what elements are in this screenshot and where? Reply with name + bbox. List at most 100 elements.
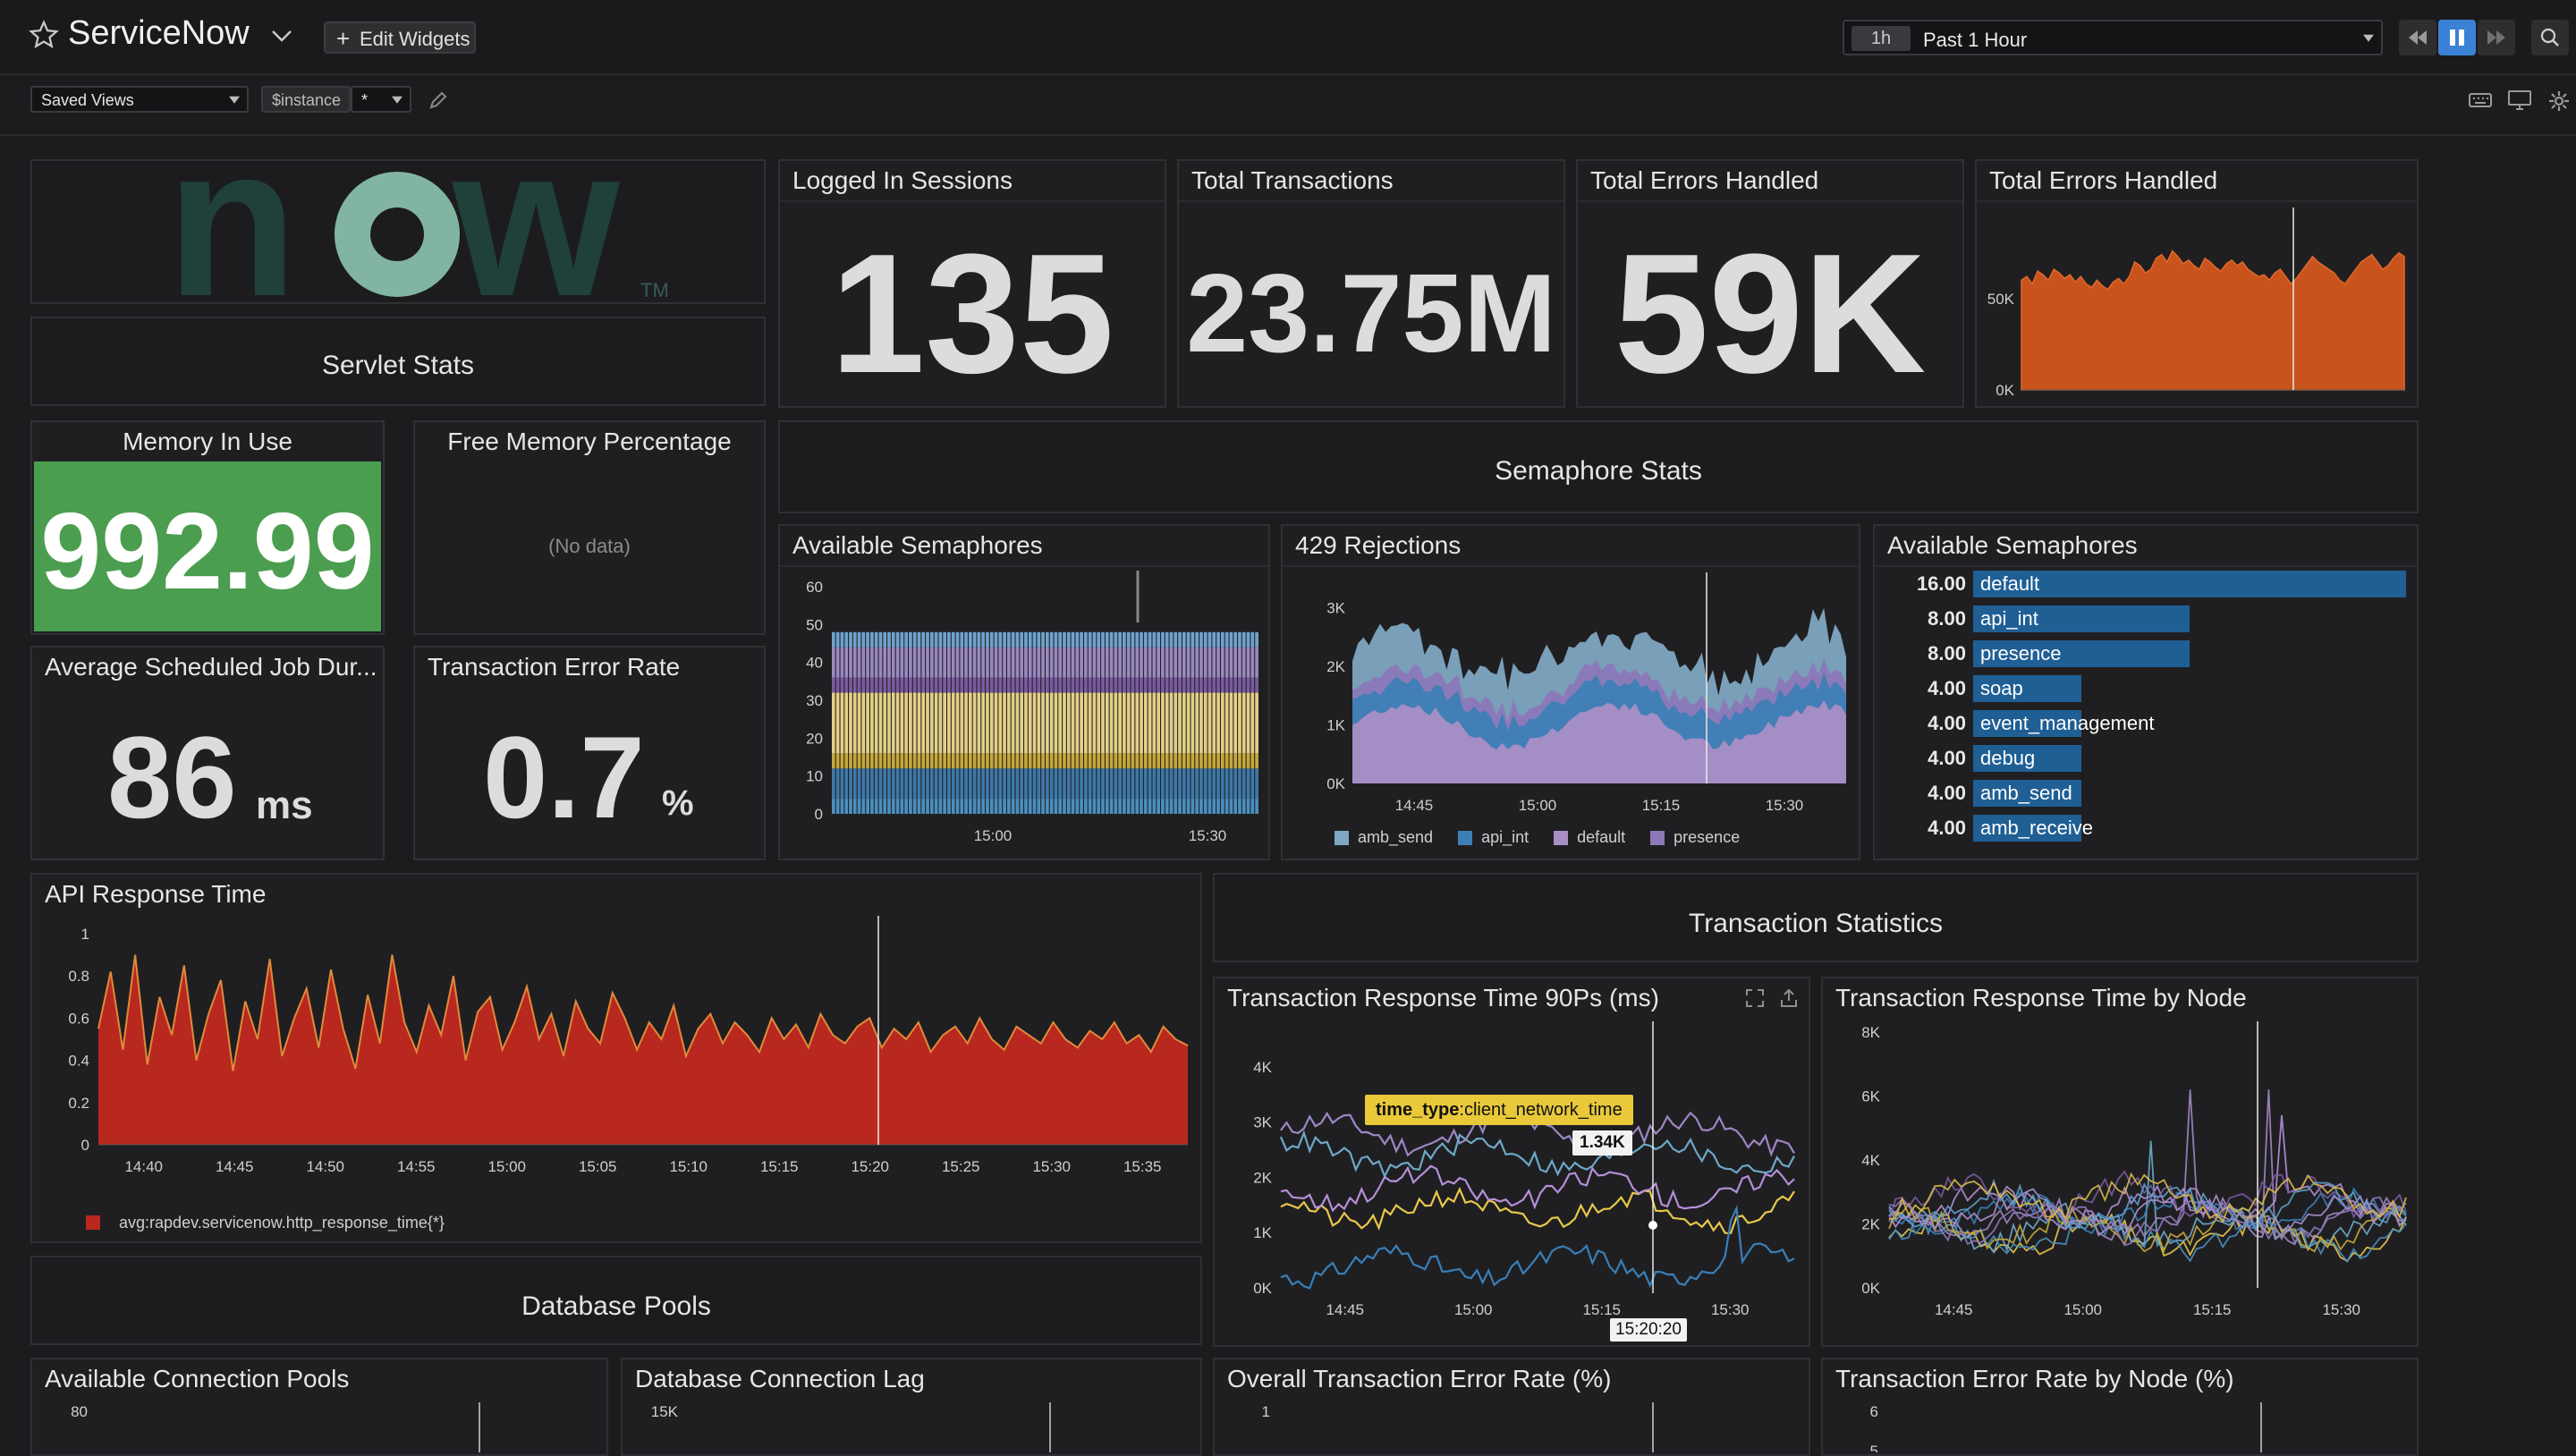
db-connection-lag-widget[interactable]: Database Connection Lag 15K [621, 1358, 1202, 1456]
overall-error-chart[interactable]: 1 [1215, 1399, 1809, 1452]
dashboard-title[interactable]: ServiceNow [68, 14, 250, 53]
memory-in-use-widget[interactable]: Memory In Use 992.99 [30, 420, 385, 635]
free-memory-widget[interactable]: Free Memory Percentage (No data) [413, 420, 766, 635]
y-tick-label: 3K [1253, 1114, 1272, 1131]
bar-segment [1241, 692, 1246, 754]
rejections-legend: amb_send api_int default presence [1335, 828, 1765, 850]
time-picker[interactable]: 1h Past 1 Hour [1843, 20, 2383, 55]
overall-tx-error-rate-widget[interactable]: Overall Transaction Error Rate (%) 1 [1213, 1358, 1810, 1456]
pause-button[interactable] [2438, 20, 2476, 55]
bar-segment [1208, 753, 1212, 769]
bar-segment [883, 799, 887, 814]
legend-item[interactable]: api_int [1458, 828, 1529, 847]
bar-segment [1123, 677, 1126, 693]
bar-segment [857, 799, 861, 814]
bar-segment [832, 631, 835, 648]
section-title: Servlet Stats [321, 351, 475, 380]
legend-item[interactable]: amb_send [1335, 828, 1433, 847]
tx-response-by-node-widget[interactable]: Transaction Response Time by Node 0K 2K 4K… [1821, 977, 2419, 1347]
bar-segment [1028, 753, 1032, 769]
error-by-node-chart[interactable]: 65 [1823, 1399, 2417, 1452]
bar-segment [1097, 647, 1101, 678]
logged-in-sessions-widget[interactable]: Logged In Sessions 135 [778, 159, 1166, 409]
bar-segment [900, 677, 904, 693]
tx-error-rate-by-node-widget[interactable]: Transaction Error Rate by Node (%) 65 [1821, 1358, 2419, 1456]
bar-segment [1066, 753, 1071, 769]
available-connection-pools-widget[interactable]: Available Connection Pools 80 [30, 1358, 608, 1456]
bar-segment [1161, 631, 1165, 648]
share-icon[interactable] [1778, 987, 1800, 1009]
tv-mode-icon[interactable] [2508, 89, 2531, 111]
available-semaphores-bars-widget[interactable]: Available Semaphores 0 10 20 30 40 50 60 15:00 1… [778, 524, 1270, 860]
toplist-row[interactable]: 8.00 presence [1885, 639, 2413, 669]
total-errors-timeseries-widget[interactable]: Total Errors Handled 50K 0K 15:00 15:30 [1975, 159, 2419, 408]
gear-icon[interactable] [2547, 89, 2571, 113]
api-response-chart[interactable]: 0 0.2 0.4 0.6 0.8 1 14:40 14:45 14:50 14:55 15:00 1… [32, 914, 1200, 1191]
toplist-row[interactable]: 4.00 event_management [1885, 708, 2413, 739]
rejections-chart[interactable]: 0K 1K 2K 3K 14:45 15:00 15:15 15:30 [1283, 569, 1859, 810]
tx-90p-chart[interactable]: 0K 1K 2K 3K 4K 14:45 15:00 15:15 15:30 [1215, 1018, 1809, 1345]
bar-segment [1143, 677, 1148, 693]
toplist-row[interactable]: 4.00 amb_send [1885, 778, 2413, 808]
bar-segment [917, 631, 921, 648]
bar-segment [1152, 677, 1157, 693]
db-lag-chart[interactable]: 15K [623, 1399, 1200, 1452]
bar-segment [917, 799, 921, 814]
api-response-time-widget[interactable]: API Response Time 0 0.2 0.4 0.6 0.8 1 14:40 14:… [30, 873, 1202, 1243]
connection-pools-chart[interactable]: 80 [32, 1399, 606, 1452]
avg-scheduled-job-widget[interactable]: Average Scheduled Job Dur... 86 ms [30, 646, 385, 860]
bar-segment [1165, 753, 1169, 769]
line-series [1888, 1114, 2407, 1231]
keyboard-icon[interactable] [2469, 91, 2492, 109]
transaction-error-rate-widget[interactable]: Transaction Error Rate 0.7 % [413, 646, 766, 860]
bar-segment [1203, 799, 1208, 814]
tx-response-90p-widget[interactable]: Transaction Response Time 90Ps (ms) 0K 1K… [1213, 977, 1810, 1347]
star-icon[interactable] [29, 20, 59, 50]
bar-segment [895, 677, 900, 693]
chevron-down-icon[interactable] [270, 27, 293, 45]
search-button[interactable] [2531, 20, 2569, 55]
toplist-row[interactable]: 4.00 amb_receive [1885, 813, 2413, 843]
bar-segment [1152, 753, 1157, 769]
bar-segment [1152, 799, 1157, 814]
legend-item[interactable]: default [1554, 828, 1625, 847]
available-semaphores-chart[interactable]: 0 10 20 30 40 50 60 15:00 15:30 [780, 569, 1268, 859]
bar-segment [832, 768, 835, 800]
toplist-row[interactable]: 4.00 soap [1885, 673, 2413, 704]
bar-segment [972, 677, 977, 693]
instance-variable-select[interactable]: * [351, 86, 411, 113]
expand-icon[interactable] [1744, 987, 1766, 1009]
total-errors-chart[interactable]: 50K 0K 15:00 15:30 [1977, 204, 2417, 406]
toplist-row[interactable]: 4.00 debug [1885, 743, 2413, 774]
pencil-icon[interactable] [428, 89, 449, 111]
bar-segment [1169, 799, 1174, 814]
bar-segment [1178, 677, 1182, 693]
bar-segment [1191, 799, 1195, 814]
rejections-429-widget[interactable]: 429 Rejections 0K 1K 2K 3K 14:45 15:00 15:15 15… [1281, 524, 1860, 860]
total-transactions-widget[interactable]: Total Transactions 23.75M [1177, 159, 1565, 408]
y-tick-label: 0K [1326, 775, 1345, 792]
bar-segment [1157, 677, 1161, 693]
x-tick-label: 15:15 [2193, 1301, 2232, 1318]
total-errors-handled-widget[interactable]: Total Errors Handled 59K [1576, 159, 1964, 409]
bar-segment [1084, 753, 1088, 769]
bar-segment [1020, 768, 1024, 800]
bar-segment [887, 677, 891, 693]
forward-button[interactable] [2478, 20, 2515, 55]
bar-segment [891, 647, 895, 678]
bar-segment [861, 799, 866, 814]
bar-segment [1071, 768, 1075, 800]
edit-widgets-button[interactable]: + Edit Widgets [324, 21, 476, 54]
toplist-row[interactable]: 16.00 default [1885, 569, 2413, 599]
legend-item[interactable]: presence [1650, 828, 1740, 847]
bar-segment [960, 753, 964, 769]
rewind-button[interactable] [2399, 20, 2436, 55]
tx-by-node-chart[interactable]: 0K 2K 4K 6K 8K 14:45 15:00 15:15 15:30 [1823, 1018, 2417, 1345]
toplist-row[interactable]: 8.00 api_int [1885, 604, 2413, 634]
available-semaphores-list-widget[interactable]: Available Semaphores 16.00 default 8.00 api… [1873, 524, 2419, 860]
bar-segment [1037, 677, 1041, 693]
bar-segment [1028, 631, 1032, 648]
bar-segment [874, 647, 878, 678]
saved-views-select[interactable]: Saved Views [30, 86, 249, 113]
bar-segment [1152, 647, 1157, 678]
